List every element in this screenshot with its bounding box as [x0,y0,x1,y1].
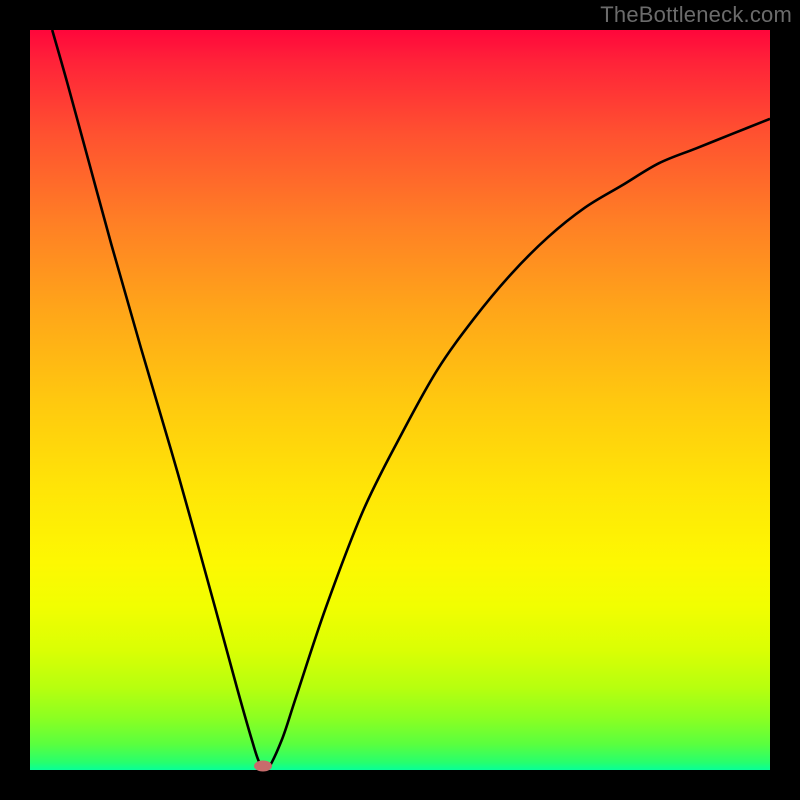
chart-frame: TheBottleneck.com [0,0,800,800]
curve-layer [30,30,770,770]
bottleneck-curve [52,30,770,770]
optimum-marker [254,761,272,772]
watermark-text: TheBottleneck.com [600,2,792,28]
